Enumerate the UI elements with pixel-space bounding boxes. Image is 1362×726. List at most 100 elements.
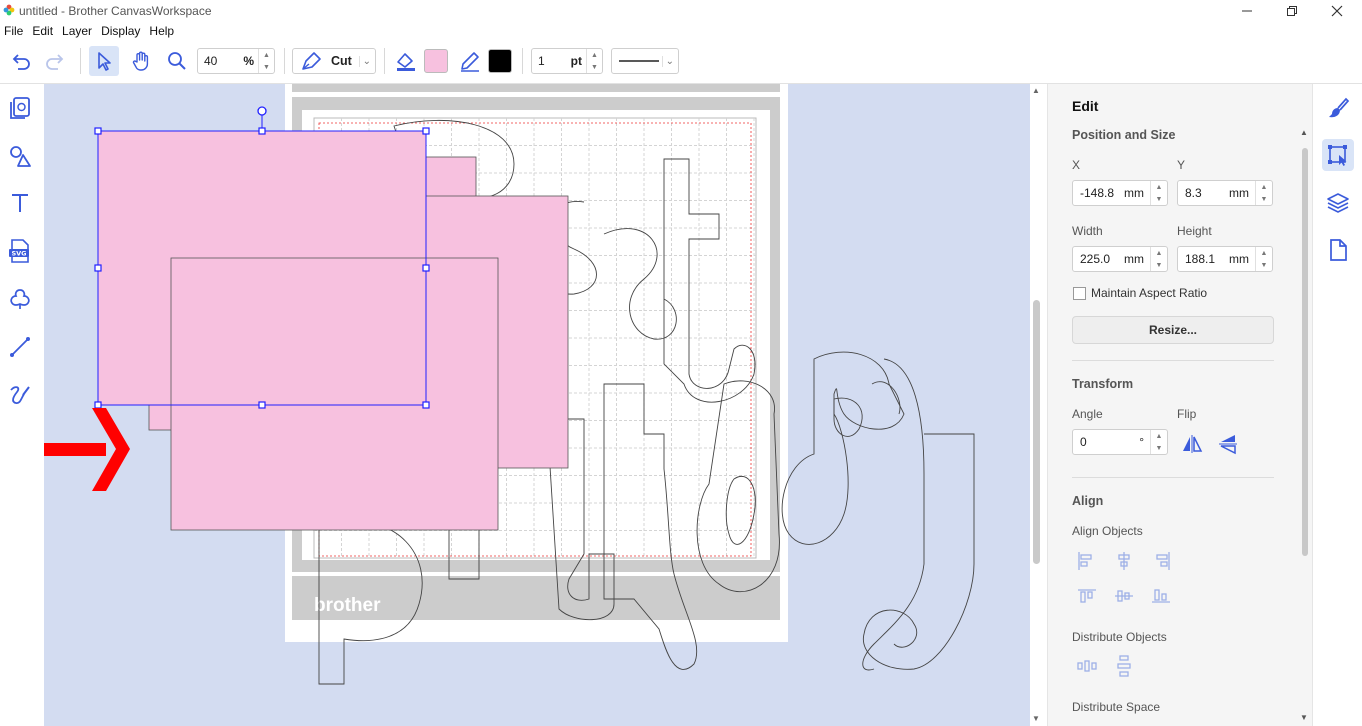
object-library-button[interactable] — [4, 92, 36, 124]
y-input[interactable]: 8.3 mm ▲ ▼ — [1177, 180, 1273, 206]
restore-button[interactable] — [1269, 0, 1315, 22]
panel-scrollbar[interactable]: ▲ ▼ — [1298, 128, 1312, 726]
pointer-icon — [98, 52, 111, 71]
chevron-down-icon[interactable]: ▼ — [1261, 262, 1268, 269]
scrollbar-thumb[interactable] — [1302, 148, 1308, 556]
edit-brush-tab[interactable] — [1322, 92, 1354, 124]
chevron-down-icon[interactable]: ▼ — [1156, 196, 1163, 203]
resize-handle[interactable] — [258, 401, 266, 409]
height-stepper[interactable]: ▲ ▼ — [1255, 247, 1272, 271]
align-right-icon[interactable] — [1156, 552, 1170, 570]
chevron-down-icon[interactable]: ▼ — [1300, 713, 1308, 722]
redo-button[interactable] — [40, 46, 70, 76]
resize-handle[interactable] — [94, 264, 102, 272]
close-icon — [1331, 5, 1343, 17]
align-middle-icon[interactable] — [1115, 590, 1133, 602]
resize-handle[interactable] — [94, 401, 102, 409]
layers-tab[interactable] — [1322, 187, 1354, 219]
y-stepper[interactable]: ▲ ▼ — [1255, 181, 1272, 205]
height-input[interactable]: 188.1 mm ▲ ▼ — [1177, 246, 1273, 272]
chevron-down-icon[interactable]: ▼ — [1032, 714, 1040, 723]
chevron-up-icon[interactable]: ▲ — [591, 52, 598, 59]
chevron-down-icon[interactable]: ▼ — [591, 64, 598, 71]
transform-heading: Transform — [1072, 377, 1134, 391]
width-input[interactable]: 225.0 mm ▲ ▼ — [1072, 246, 1168, 272]
chevron-up-icon[interactable]: ▲ — [1032, 86, 1040, 95]
select-tool-button[interactable] — [89, 46, 119, 76]
menu-help[interactable]: Help — [145, 22, 179, 40]
chevron-down-icon[interactable]: ▼ — [1261, 196, 1268, 203]
pink-rectangle-4[interactable] — [170, 257, 499, 531]
x-input[interactable]: -148.8 mm ▲ ▼ — [1072, 180, 1168, 206]
chevron-up-icon[interactable]: ▲ — [1300, 128, 1308, 137]
menu-edit[interactable]: Edit — [28, 22, 58, 40]
align-left-icon[interactable] — [1078, 552, 1092, 570]
align-bottom-icon[interactable] — [1152, 589, 1170, 603]
maintain-aspect-label[interactable]: Maintain Aspect Ratio — [1091, 286, 1207, 300]
menu-file[interactable]: File — [0, 22, 28, 40]
chevron-up-icon[interactable]: ▲ — [263, 52, 270, 59]
flip-horizontal-button[interactable] — [1180, 432, 1204, 456]
chevron-up-icon[interactable]: ▲ — [1261, 250, 1268, 257]
x-stepper[interactable]: ▲ ▼ — [1150, 181, 1167, 205]
close-button[interactable] — [1314, 0, 1360, 22]
mat-brand-logo: brother — [314, 595, 381, 616]
line-width-value: 1 — [538, 54, 545, 68]
chevron-down-icon[interactable]: ▼ — [263, 64, 270, 71]
flip-vertical-button[interactable] — [1216, 432, 1240, 456]
chevron-down-icon[interactable]: ▼ — [1156, 262, 1163, 269]
line-color-swatch[interactable] — [488, 49, 512, 73]
fill-color-button[interactable] — [393, 46, 419, 76]
zoom-input[interactable]: 40 % ▲ ▼ — [197, 48, 275, 74]
resize-handle[interactable] — [422, 401, 430, 409]
zoom-tool-button[interactable] — [162, 46, 192, 76]
chevron-up-icon[interactable]: ▲ — [1156, 433, 1163, 440]
minimize-button[interactable] — [1224, 0, 1270, 22]
angle-stepper[interactable]: ▲ ▼ — [1150, 430, 1167, 454]
distribute-vertical-icon[interactable] — [1117, 655, 1131, 677]
line-width-input[interactable]: 1 pt ▲ ▼ — [531, 48, 603, 74]
svg-import-icon: SVG — [9, 239, 29, 263]
align-top-icon[interactable] — [1078, 589, 1096, 603]
zoom-value: 40 — [204, 54, 218, 68]
chevron-up-icon[interactable]: ▲ — [1261, 184, 1268, 191]
chevron-up-icon[interactable]: ▲ — [1156, 184, 1163, 191]
chevron-up-icon[interactable]: ▲ — [1156, 250, 1163, 257]
fill-color-swatch[interactable] — [424, 49, 448, 73]
line-style-dropdown[interactable]: ⌄ — [611, 48, 679, 74]
line-width-unit: pt — [570, 54, 582, 68]
resize-handle[interactable] — [94, 127, 102, 135]
undo-button[interactable] — [6, 46, 36, 76]
transform-icon — [1328, 145, 1347, 166]
angle-input[interactable]: 0 ° ▲ ▼ — [1072, 429, 1168, 455]
trace-button[interactable] — [4, 283, 36, 315]
text-button[interactable] — [4, 187, 36, 219]
rotate-handle[interactable] — [257, 106, 267, 116]
pan-tool-button[interactable] — [126, 46, 156, 76]
shapes-button[interactable] — [4, 140, 36, 172]
position-size-heading: Position and Size — [1072, 128, 1176, 142]
resize-handle[interactable] — [258, 127, 266, 135]
line-color-button[interactable] — [457, 46, 483, 76]
mode-dropdown[interactable]: Cut ⌄ — [292, 48, 376, 74]
width-stepper[interactable]: ▲ ▼ — [1150, 247, 1167, 271]
maintain-aspect-checkbox[interactable] — [1073, 287, 1086, 300]
resize-handle[interactable] — [422, 127, 430, 135]
resize-handle[interactable] — [422, 264, 430, 272]
zoom-stepper[interactable]: ▲ ▼ — [258, 49, 274, 73]
canvas-area[interactable]: brother — [44, 84, 1030, 726]
freehand-button[interactable] — [4, 379, 36, 411]
page-tab[interactable] — [1322, 234, 1354, 266]
resize-button[interactable]: Resize... — [1072, 316, 1274, 344]
transform-tab[interactable] — [1322, 139, 1354, 171]
menu-display[interactable]: Display — [97, 22, 145, 40]
distribute-horizontal-icon[interactable] — [1077, 660, 1097, 672]
line-width-stepper[interactable]: ▲ ▼ — [586, 49, 602, 73]
line-tool-button[interactable] — [4, 331, 36, 363]
canvas-vertical-scrollbar[interactable]: ▲ ▼ — [1030, 84, 1043, 726]
svg-import-button[interactable]: SVG — [4, 235, 36, 267]
menu-layer[interactable]: Layer — [58, 22, 97, 40]
align-center-icon[interactable] — [1118, 552, 1130, 570]
scrollbar-thumb[interactable] — [1033, 300, 1040, 564]
chevron-down-icon[interactable]: ▼ — [1156, 445, 1163, 452]
